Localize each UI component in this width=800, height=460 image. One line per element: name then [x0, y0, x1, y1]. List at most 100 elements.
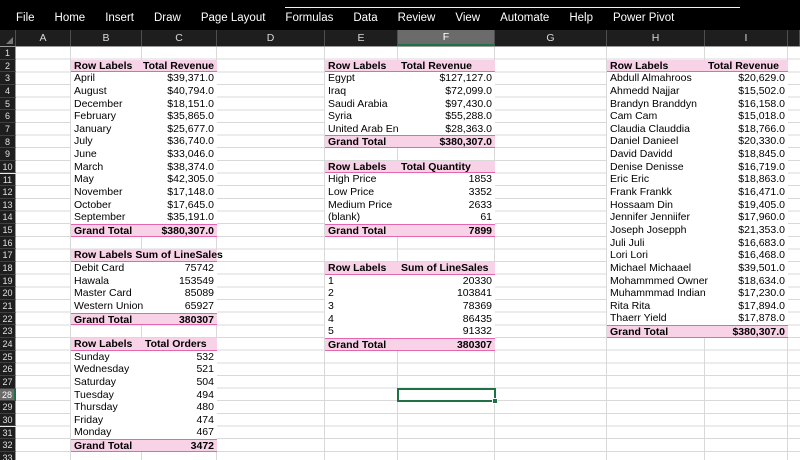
pivot-label-cell[interactable]: Hossaam Din: [607, 199, 705, 212]
pivot-label-cell[interactable]: Mohammmed Owner: [607, 275, 708, 288]
pivot-value-cell[interactable]: 3472: [142, 440, 217, 452]
pivot-value-cell[interactable]: $20,330.0: [705, 135, 788, 148]
pivot-label-cell[interactable]: Rita Rita: [607, 300, 705, 313]
pivot-value-cell[interactable]: 521: [142, 363, 217, 376]
pivot-value-cell[interactable]: $25,677.0: [142, 123, 217, 136]
pivot-value-cell[interactable]: 61: [398, 211, 495, 224]
fill-handle[interactable]: [492, 398, 498, 405]
row-header-4[interactable]: 4: [0, 84, 16, 98]
pivot-label-cell[interactable]: 5: [325, 325, 398, 338]
pivot-label-cell[interactable]: February: [71, 110, 142, 123]
pivot-value-cell[interactable]: $16,471.0: [705, 186, 788, 199]
pivot-header-label-cell[interactable]: Row Labels: [607, 60, 705, 72]
menu-item-review[interactable]: Review: [398, 6, 436, 24]
pivot-value-cell[interactable]: $40,794.0: [142, 85, 217, 98]
pivot-value-cell[interactable]: 86435: [398, 313, 495, 326]
pivot-value-cell[interactable]: 85089: [142, 287, 217, 300]
row-header-3[interactable]: 3: [0, 72, 16, 85]
pivot-label-cell[interactable]: Monday: [71, 426, 142, 439]
pivot-label-cell[interactable]: Saturday: [71, 376, 142, 389]
pivot-header-value-cell[interactable]: Sum of LineSales: [398, 262, 495, 274]
pivot-value-cell[interactable]: $39,371.0: [142, 72, 217, 85]
column-header-h[interactable]: H: [607, 30, 705, 46]
row-header-26[interactable]: 26: [0, 363, 16, 376]
pivot-value-cell[interactable]: $18,151.0: [142, 98, 217, 111]
menu-item-data[interactable]: Data: [353, 6, 377, 24]
row-header-18[interactable]: 18: [0, 262, 16, 275]
pivot-value-cell[interactable]: $38,374.0: [142, 161, 217, 174]
pivot-value-cell[interactable]: 1853: [398, 173, 495, 186]
pivot-value-cell[interactable]: $35,865.0: [142, 110, 217, 123]
pivot-value-cell[interactable]: $39,501.0: [705, 262, 788, 275]
row-header-6[interactable]: 6: [0, 110, 16, 123]
column-header-a[interactable]: A: [16, 30, 71, 46]
active-cell-outline[interactable]: [397, 387, 498, 405]
row-header-23[interactable]: 23: [0, 325, 16, 338]
pivot-label-cell[interactable]: Sunday: [71, 351, 142, 364]
pivot-value-cell[interactable]: $17,960.0: [705, 211, 788, 224]
pivot-label-cell[interactable]: Brandyn Branddyn: [607, 98, 705, 111]
pivot-label-cell[interactable]: Grand Total: [71, 314, 142, 326]
pivot-label-cell[interactable]: Syria: [325, 110, 398, 123]
row-header-29[interactable]: 29: [0, 401, 16, 414]
pivot-value-cell[interactable]: $18,766.0: [705, 123, 788, 136]
row-header-22[interactable]: 22: [0, 312, 16, 326]
row-header-30[interactable]: 30: [0, 413, 16, 427]
pivot-label-cell[interactable]: Grand Total: [71, 225, 142, 237]
pivot-label-cell[interactable]: Iraq: [325, 85, 398, 98]
pivot-label-cell[interactable]: Ahmedd Najjar: [607, 85, 705, 98]
row-header-31[interactable]: 31: [0, 426, 16, 440]
row-header-13[interactable]: 13: [0, 198, 16, 212]
pivot-value-cell[interactable]: 2633: [398, 199, 495, 212]
pivot-label-cell[interactable]: January: [71, 123, 142, 136]
pivot-value-cell[interactable]: 504: [142, 376, 217, 389]
row-header-24[interactable]: 24: [0, 337, 16, 351]
row-header-7[interactable]: 7: [0, 122, 16, 136]
pivot-label-cell[interactable]: Debit Card: [71, 262, 142, 275]
pivot-value-cell[interactable]: 7899: [398, 225, 495, 237]
pivot-value-cell[interactable]: $16,683.0: [705, 237, 788, 250]
pivot-value-cell[interactable]: $17,645.0: [142, 199, 217, 212]
menu-item-formulas[interactable]: Formulas: [285, 6, 333, 24]
column-header-f[interactable]: F: [398, 30, 495, 46]
pivot-value-cell[interactable]: $16,719.0: [705, 161, 788, 174]
row-header-10[interactable]: 10: [0, 160, 16, 174]
pivot-value-cell[interactable]: 467: [142, 426, 217, 439]
pivot-label-cell[interactable]: Grand Total: [325, 339, 398, 351]
pivot-header-label-cell[interactable]: Row Labels: [325, 161, 398, 173]
pivot-value-cell[interactable]: $20,629.0: [705, 72, 788, 85]
column-header-d[interactable]: D: [217, 30, 325, 46]
pivot-label-cell[interactable]: Master Card: [71, 287, 142, 300]
pivot-label-cell[interactable]: August: [71, 85, 142, 98]
column-header-e[interactable]: E: [325, 30, 398, 46]
pivot-value-cell[interactable]: $17,894.0: [705, 300, 788, 313]
pivot-value-cell[interactable]: $18,845.0: [705, 148, 788, 161]
pivot-value-cell[interactable]: $36,740.0: [142, 135, 217, 148]
pivot-label-cell[interactable]: Hawala: [71, 275, 142, 288]
menu-item-home[interactable]: Home: [55, 6, 86, 24]
menu-item-draw[interactable]: Draw: [154, 6, 181, 24]
menu-item-file[interactable]: File: [16, 6, 35, 24]
pivot-value-cell[interactable]: $127,127.0: [398, 72, 495, 85]
pivot-value-cell[interactable]: 474: [142, 414, 217, 427]
pivot-label-cell[interactable]: June: [71, 148, 142, 161]
row-header-32[interactable]: 32: [0, 439, 16, 452]
pivot-value-cell[interactable]: $16,158.0: [705, 98, 788, 111]
pivot-label-cell[interactable]: Tuesday: [71, 389, 142, 402]
pivot-value-cell[interactable]: 75742: [142, 262, 217, 275]
pivot-header-label-cell[interactable]: Row Labels: [71, 338, 142, 350]
pivot-value-cell[interactable]: 380307: [398, 339, 495, 351]
pivot-header-value-cell[interactable]: Total Revenue: [705, 60, 788, 72]
row-header-28[interactable]: 28: [0, 388, 16, 402]
menu-item-insert[interactable]: Insert: [105, 6, 134, 24]
pivot-label-cell[interactable]: December: [71, 98, 142, 111]
pivot-label-cell[interactable]: September: [71, 211, 142, 224]
column-header-i[interactable]: I: [705, 30, 788, 46]
row-header-11[interactable]: 11: [0, 173, 16, 187]
pivot-header-value-cell[interactable]: Total Revenue: [398, 60, 495, 72]
pivot-label-cell[interactable]: May: [71, 173, 142, 186]
pivot-value-cell[interactable]: 480: [142, 401, 217, 414]
pivot-label-cell[interactable]: United Arab En: [325, 123, 399, 136]
row-header-2[interactable]: 2: [0, 59, 16, 73]
pivot-label-cell[interactable]: Wednesday: [71, 363, 142, 376]
